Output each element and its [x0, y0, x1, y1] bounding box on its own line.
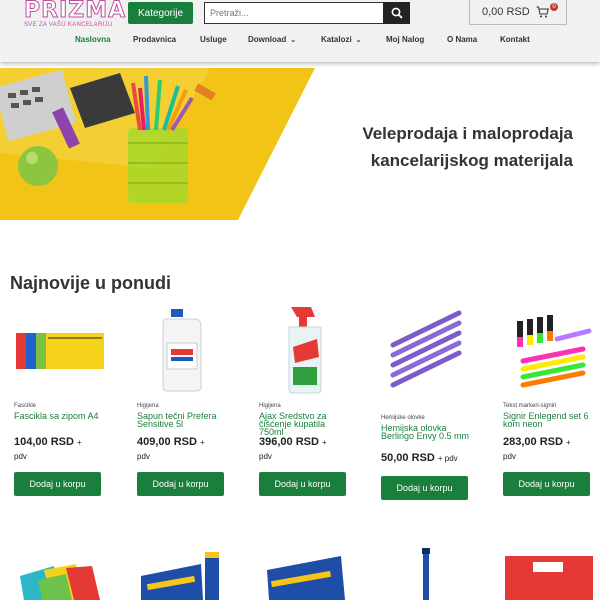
nav-label: Kontakt	[500, 35, 530, 44]
product-title[interactable]: Fascikla sa zipom A4	[14, 412, 106, 434]
product-image[interactable]	[381, 546, 473, 600]
product-card: Higijena Ajax Sredstvo za čišćenje kupat…	[259, 305, 351, 496]
product-category: Fascikle	[14, 403, 37, 409]
price-value: 50,00 RSD	[381, 452, 435, 464]
section-title: Najnovije u ponudi	[10, 273, 171, 293]
hero-line-1: Veleprodaja i maloprodaja	[362, 124, 573, 143]
product-card: Higijena Sapun tečni Prefera Sensitive 5…	[137, 305, 229, 496]
price-value: 283,00 RSD	[503, 436, 563, 448]
add-to-cart-button[interactable]: Dodaj u korpu	[259, 472, 346, 496]
chevron-down-icon: ⌄	[290, 36, 297, 44]
product-card: Hemijske olovke Hemijska olovka Berlingo…	[381, 305, 473, 500]
product-image[interactable]	[14, 305, 106, 395]
nav-label: Prodavnica	[133, 35, 177, 44]
product-title[interactable]: Hemijska olovka Berlingo Envy 0.5 mm	[381, 424, 473, 450]
search-button[interactable]	[383, 2, 410, 24]
logo-tagline: SVE ZA VAŠU KANCELARIJU	[24, 22, 113, 28]
prizma-logo[interactable]: PRIZMA SVE ZA VAŠU KANCELARIJU	[24, 0, 127, 29]
search-bar	[204, 2, 410, 24]
product-card: Fascikle Fascikla sa zipom A4 104,00 RSD…	[14, 305, 106, 496]
nav-label: O Nama	[447, 35, 478, 44]
product-price: 283,00 RSD +	[503, 436, 571, 448]
nav-moj-nalog[interactable]: Moj Nalog	[386, 35, 424, 44]
product-category: Hemijske olovke	[381, 415, 425, 421]
nav-label: Katalozi	[321, 35, 352, 44]
nav-label: Naslovna	[75, 35, 111, 44]
product-image[interactable]	[503, 305, 595, 395]
nav-prodavnica[interactable]: Prodavnica	[133, 35, 176, 44]
product-price: 50,00 RSD + pdv	[381, 452, 458, 464]
logo-name: PRIZMA	[24, 0, 127, 23]
product-card: Tekst markeri-signiri Signir Enlegend se…	[503, 305, 595, 496]
cart-button[interactable]: 0,00 RSD 0	[469, 0, 567, 25]
product-title[interactable]: Signir Enlegend set 6 kom neon	[503, 412, 595, 434]
product-category: Tekst markeri-signiri	[503, 403, 557, 409]
product-image[interactable]	[503, 546, 595, 600]
product-category: Higijena	[259, 403, 281, 409]
product-title[interactable]: Ajax Sredstvo za čišćenje kupatila 750ml	[259, 412, 351, 437]
hero-image	[0, 68, 315, 220]
cart-count-badge: 0	[550, 3, 558, 11]
hero-banner: Veleprodaja i maloprodaja kancelarijskog…	[0, 68, 600, 220]
product-category: Higijena	[137, 403, 159, 409]
product-price: 409,00 RSD +	[137, 436, 205, 448]
product-pdv: pdv	[137, 452, 150, 461]
cart-icon	[536, 6, 549, 18]
add-to-cart-button[interactable]: Dodaj u korpu	[381, 476, 468, 500]
nav-o-nama[interactable]: O Nama	[447, 35, 477, 44]
cart-total: 0,00 RSD	[482, 6, 530, 18]
product-pdv: pdv	[259, 452, 272, 461]
price-value: 104,00 RSD	[14, 436, 74, 448]
product-pdv: pdv	[503, 452, 516, 461]
main-nav: Naslovna Prodavnica Usluge Download ⌄ Kat…	[0, 35, 600, 49]
price-value: 396,00 RSD	[259, 436, 319, 448]
categories-button[interactable]: Kategorije	[128, 2, 193, 24]
product-image[interactable]	[259, 546, 351, 600]
add-to-cart-button[interactable]: Dodaj u korpu	[503, 472, 590, 496]
nav-katalozi[interactable]: Katalozi ⌄	[321, 35, 362, 44]
chevron-down-icon: ⌄	[355, 36, 362, 44]
product-title[interactable]: Sapun tečni Prefera Sensitive 5l	[137, 412, 229, 434]
hero-heading: Veleprodaja i maloprodaja kancelarijskog…	[362, 120, 573, 174]
nav-kontakt[interactable]: Kontakt	[500, 35, 530, 44]
product-price: 104,00 RSD +	[14, 436, 82, 448]
product-image[interactable]	[137, 305, 229, 395]
search-icon	[391, 7, 403, 19]
nav-download[interactable]: Download ⌄	[248, 35, 296, 44]
nav-label: Moj Nalog	[386, 35, 425, 44]
product-price: 396,00 RSD +	[259, 436, 327, 448]
product-image[interactable]	[14, 546, 106, 600]
product-pdv: pdv	[14, 452, 27, 461]
nav-label: Usluge	[200, 35, 227, 44]
product-image[interactable]	[137, 546, 229, 600]
nav-naslovna[interactable]: Naslovna	[75, 35, 111, 44]
hero-line-2: kancelarijskog materijala	[370, 151, 573, 170]
product-image[interactable]	[259, 305, 351, 395]
price-value: 409,00 RSD	[137, 436, 197, 448]
search-input[interactable]	[205, 3, 385, 23]
add-to-cart-button[interactable]: Dodaj u korpu	[14, 472, 101, 496]
nav-usluge[interactable]: Usluge	[200, 35, 227, 44]
nav-label: Download	[248, 35, 287, 44]
product-image[interactable]	[381, 305, 473, 395]
add-to-cart-button[interactable]: Dodaj u korpu	[137, 472, 224, 496]
site-header: PRIZMA SVE ZA VAŠU KANCELARIJU Kategorij…	[0, 0, 600, 62]
